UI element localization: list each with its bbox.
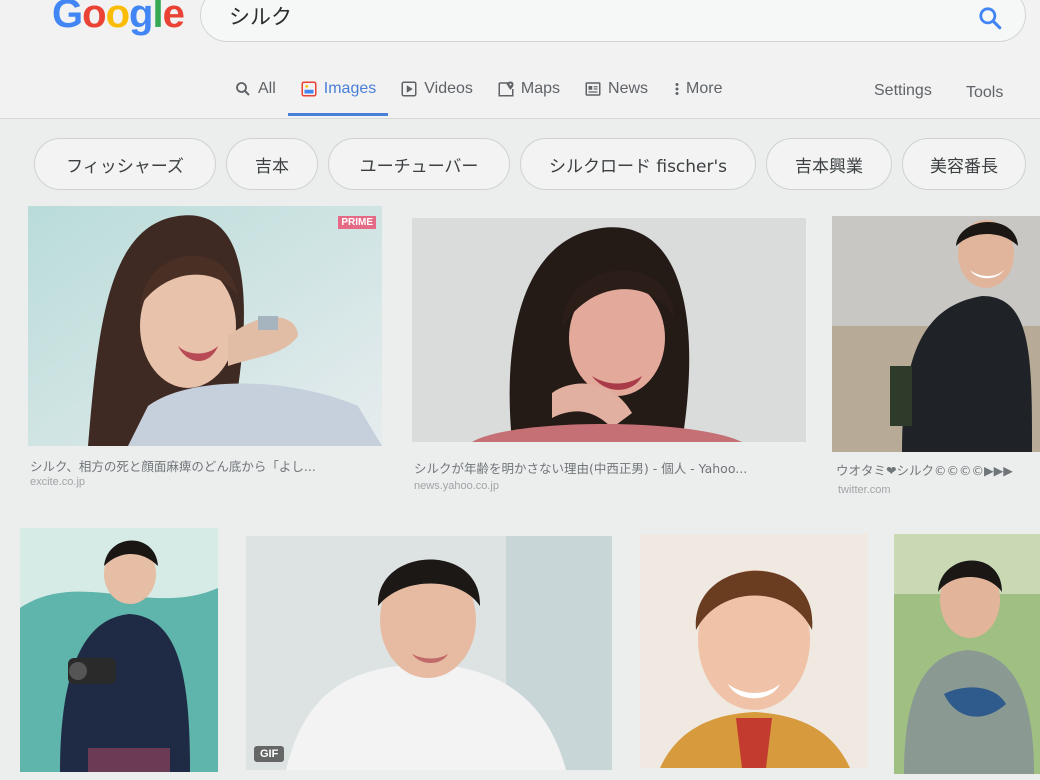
result-thumbnail[interactable] (894, 534, 1040, 774)
tab-more[interactable]: More (660, 74, 734, 104)
tab-videos[interactable]: Videos (388, 74, 485, 104)
play-icon (401, 81, 417, 97)
search-icon[interactable] (977, 5, 1003, 31)
result-thumbnail[interactable] (832, 216, 1040, 452)
chip[interactable]: 吉本 (226, 138, 318, 190)
tab-label: Images (323, 80, 377, 97)
more-vert-icon (675, 83, 679, 95)
result-thumbnail[interactable]: GIF (246, 536, 612, 770)
google-logo[interactable]: Google (52, 0, 185, 37)
image-result[interactable]: GIF (246, 536, 612, 770)
divider (0, 118, 1040, 119)
chip[interactable]: フィッシャーズ (34, 138, 216, 190)
news-icon (585, 82, 601, 96)
related-chips: フィッシャーズ 吉本 ユーチューバー シルクロード fischer's 吉本興業… (34, 138, 1026, 190)
search-icon (236, 82, 250, 96)
gif-badge: GIF (254, 746, 285, 762)
result-thumbnail[interactable] (640, 534, 868, 768)
tab-maps[interactable]: Maps (485, 74, 572, 104)
tab-label: All (258, 80, 276, 97)
prime-badge: PRIME (338, 216, 376, 229)
result-thumbnail[interactable] (412, 218, 806, 442)
tools-link[interactable]: Tools (966, 84, 1003, 102)
search-tabs: All Images Videos Maps News More (222, 74, 734, 118)
image-result[interactable] (20, 528, 218, 772)
image-result[interactable]: PRIME シルク、相方の死と顔面麻痺のどん底から「よし... excite.c… (28, 206, 382, 496)
result-source[interactable]: excite.co.jp (30, 476, 85, 488)
image-result[interactable]: ウオタミ❤シルク©©©©▶▶▶ twitter.com (832, 216, 1040, 500)
result-thumbnail[interactable] (20, 528, 218, 772)
image-result[interactable] (640, 534, 868, 768)
result-caption[interactable]: シルクが年齢を明かさない理由(中西正男) - 個人 - Yahoo... (414, 458, 804, 477)
result-caption[interactable]: ウオタミ❤シルク©©©©▶▶▶ (836, 460, 1040, 479)
tab-label: Maps (520, 80, 561, 97)
settings-link[interactable]: Settings (874, 82, 932, 100)
result-caption[interactable]: シルク、相方の死と顔面麻痺のどん底から「よし... (30, 456, 380, 475)
chip[interactable]: シルクロード fischer's (520, 138, 756, 190)
result-source[interactable]: twitter.com (838, 484, 891, 496)
tab-all[interactable]: All (222, 74, 288, 104)
chip[interactable]: ユーチューバー (328, 138, 510, 190)
result-source[interactable]: news.yahoo.co.jp (414, 480, 499, 492)
tab-images[interactable]: Images (287, 74, 389, 116)
image-result[interactable]: シルクが年齢を明かさない理由(中西正男) - 個人 - Yahoo... new… (412, 218, 806, 498)
image-icon (301, 81, 317, 97)
google-images-page: Google シルク All Images Videos Maps News M… (0, 0, 1040, 780)
tab-label: News (608, 80, 649, 97)
map-pin-icon (498, 81, 514, 97)
chip[interactable]: 美容番長 (902, 138, 1026, 190)
tab-label: More (686, 80, 723, 97)
result-thumbnail[interactable]: PRIME (28, 206, 382, 446)
search-box[interactable]: シルク (200, 0, 1026, 42)
tab-news[interactable]: News (572, 74, 660, 104)
search-input[interactable]: シルク (229, 1, 292, 31)
tab-label: Videos (424, 80, 473, 97)
image-result[interactable] (894, 534, 1040, 774)
header: Google シルク All Images Videos Maps News M… (0, 0, 1040, 118)
chip[interactable]: 吉本興業 (766, 138, 892, 190)
